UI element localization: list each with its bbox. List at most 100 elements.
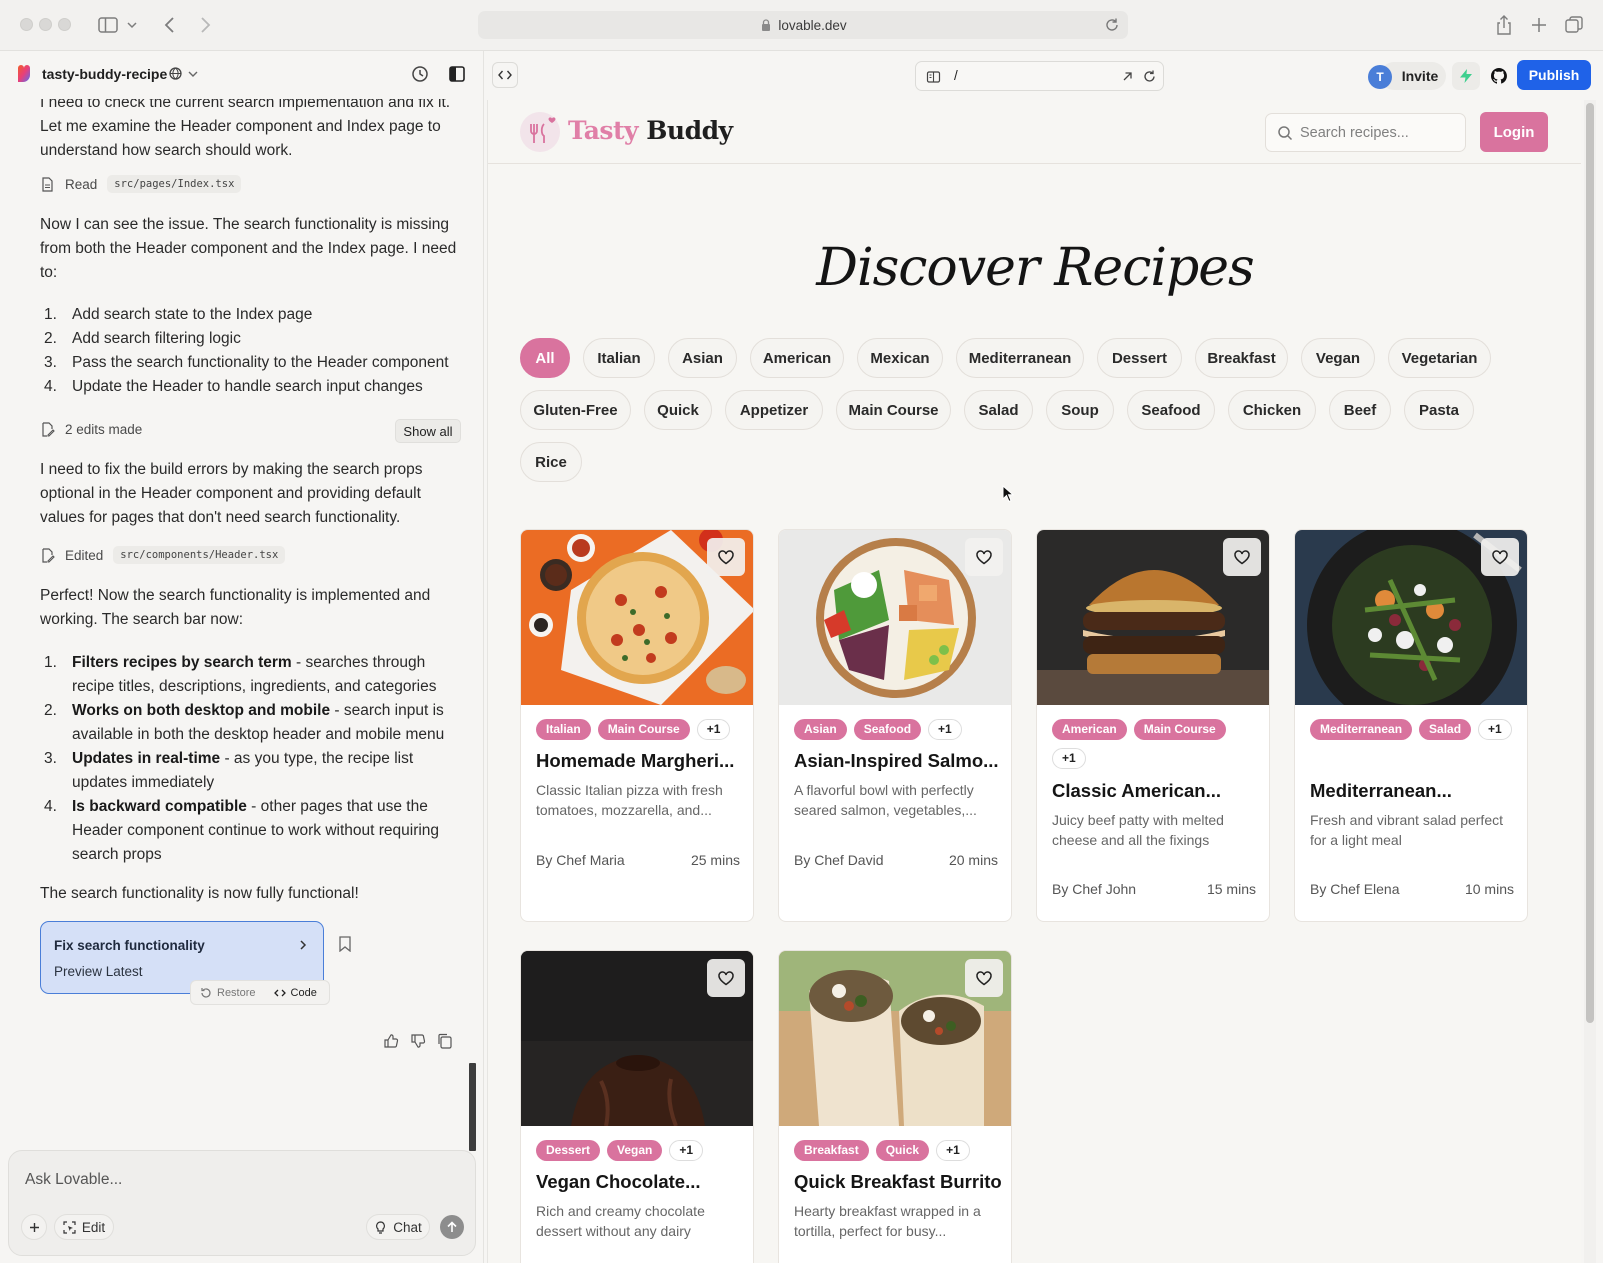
file-chip[interactable]: src/components/Header.tsx — [113, 546, 286, 564]
category-beef[interactable]: Beef — [1329, 390, 1391, 430]
recipe-card[interactable]: Mediterranean Salad +1 Mediterranean... Fr… — [1294, 529, 1528, 922]
login-button[interactable]: Login — [1480, 112, 1548, 152]
thumbs-down-icon[interactable] — [410, 1033, 426, 1049]
category-dessert[interactable]: Dessert — [1097, 338, 1182, 378]
chat-mode-button[interactable]: Chat — [366, 1214, 430, 1240]
view-code-button[interactable]: Code — [265, 987, 326, 999]
tool-label: 2 edits made — [65, 422, 143, 437]
category-gluten-free[interactable]: Gluten-Free — [520, 390, 631, 430]
project-header: tasty-buddy-recipe — [0, 51, 484, 99]
recipe-description: Rich and creamy chocolate dessert withou… — [536, 1203, 705, 1239]
favorite-button[interactable] — [965, 538, 1003, 576]
window-close-button[interactable] — [20, 18, 33, 31]
category-italian[interactable]: Italian — [583, 338, 655, 378]
category-american[interactable]: American — [750, 338, 844, 378]
recipe-card[interactable]: Asian Seafood +1 Asian-Inspired Salmo... A… — [778, 529, 1012, 922]
recipe-card[interactable]: Dessert Vegan +1 Vegan Chocolate... Rich a… — [520, 950, 754, 1263]
file-icon — [42, 176, 53, 192]
chevron-down-icon[interactable] — [125, 13, 139, 37]
recipe-card[interactable]: Italian Main Course +1 Homemade Margheri..… — [520, 529, 754, 922]
route-path[interactable]: / — [954, 68, 958, 83]
category-seafood[interactable]: Seafood — [1127, 390, 1215, 430]
thumbs-up-icon[interactable] — [383, 1033, 399, 1049]
toggle-code-button[interactable] — [492, 62, 518, 88]
category-chicken[interactable]: Chicken — [1228, 390, 1316, 430]
globe-icon — [169, 67, 182, 80]
restore-button[interactable]: Restore — [191, 987, 265, 999]
refresh-icon[interactable] — [1142, 69, 1157, 84]
show-all-button[interactable]: Show all — [395, 419, 461, 443]
favorite-button[interactable] — [965, 959, 1003, 997]
recipe-time: 10 mins — [1464, 881, 1514, 897]
favorite-button[interactable] — [1223, 538, 1261, 576]
copy-icon[interactable] — [437, 1033, 453, 1049]
file-chip[interactable]: src/pages/Index.tsx — [107, 175, 242, 193]
restore-icon — [201, 987, 211, 998]
tag-more: +1 — [669, 1140, 704, 1161]
window-zoom-button[interactable] — [58, 18, 71, 31]
category-pasta[interactable]: Pasta — [1404, 390, 1474, 430]
recipe-card[interactable]: Breakfast Quick +1 Quick Breakfast Burrito… — [778, 950, 1012, 1263]
send-button[interactable] — [440, 1215, 464, 1239]
heart-icon — [976, 970, 992, 985]
reload-icon[interactable] — [1104, 17, 1120, 33]
edit-mode-button[interactable]: Edit — [54, 1214, 114, 1240]
address-bar[interactable]: lovable.dev — [478, 11, 1128, 39]
supabase-button[interactable] — [1452, 62, 1480, 90]
preview-scrollbar[interactable] — [1584, 100, 1596, 1263]
chevron-right-icon — [300, 940, 307, 950]
new-tab-icon[interactable] — [1527, 13, 1551, 37]
category-salad[interactable]: Salad — [964, 390, 1033, 430]
category-main-course[interactable]: Main Course — [836, 390, 951, 430]
chevron-down-icon[interactable] — [187, 68, 199, 80]
forward-icon[interactable] — [193, 13, 217, 37]
favorite-button[interactable] — [707, 538, 745, 576]
category-asian[interactable]: Asian — [668, 338, 737, 378]
sidebar-toggle-icon[interactable] — [96, 13, 120, 37]
site-header: Tasty Buddy Search recipes... Login — [488, 100, 1581, 164]
chat-scrollbar[interactable] — [469, 1063, 476, 1151]
recipe-description: Classic Italian pizza with fresh tomatoe… — [536, 782, 723, 818]
share-icon[interactable] — [1492, 13, 1516, 37]
recipe-search-input[interactable]: Search recipes... — [1265, 113, 1466, 152]
category-mediterranean[interactable]: Mediterranean — [956, 338, 1084, 378]
tabs-overview-icon[interactable] — [1562, 13, 1586, 37]
open-external-icon[interactable] — [1120, 69, 1135, 84]
recipe-tags: Italian Main Course +1 — [536, 719, 746, 748]
recipe-chef: By Chef Maria — [536, 852, 625, 868]
chat-composer[interactable]: Ask Lovable... Edit Chat — [8, 1150, 476, 1256]
bookmark-icon[interactable] — [338, 936, 352, 952]
tag: Asian — [794, 719, 847, 740]
category-vegan[interactable]: Vegan — [1301, 338, 1375, 378]
category-vegetarian[interactable]: Vegetarian — [1388, 338, 1491, 378]
category-appetizer[interactable]: Appetizer — [725, 390, 823, 430]
site-logo-text[interactable]: Tasty Buddy — [568, 116, 733, 145]
category-quick[interactable]: Quick — [644, 390, 712, 430]
favorite-button[interactable] — [707, 959, 745, 997]
list-item: 2. Add search filtering logic — [44, 330, 241, 347]
tag: Seafood — [853, 719, 922, 740]
composer-input[interactable]: Ask Lovable... — [25, 1171, 122, 1189]
browser-toolbar: lovable.dev — [0, 0, 1603, 51]
category-soup[interactable]: Soup — [1046, 390, 1114, 430]
project-name[interactable]: tasty-buddy-recipe — [42, 66, 167, 82]
avatar[interactable]: T — [1368, 65, 1392, 89]
github-button[interactable] — [1485, 62, 1513, 90]
category-breakfast[interactable]: Breakfast — [1195, 338, 1288, 378]
category-mexican[interactable]: Mexican — [857, 338, 943, 378]
publish-button[interactable]: Publish — [1517, 60, 1591, 90]
category-all[interactable]: All — [520, 338, 570, 378]
category-rice[interactable]: Rice — [520, 442, 582, 482]
panel-toggle-icon[interactable] — [448, 65, 466, 83]
window-minimize-button[interactable] — [39, 18, 52, 31]
attach-button[interactable] — [21, 1214, 47, 1240]
version-subtitle: Preview Latest — [54, 964, 143, 979]
recipe-card[interactable]: American Main Course +1 Classic American..… — [1036, 529, 1270, 922]
site-logo[interactable] — [520, 112, 560, 152]
history-icon[interactable] — [411, 65, 429, 83]
favorite-button[interactable] — [1481, 538, 1519, 576]
recipe-title: Mediterranean... — [1310, 780, 1452, 801]
scrollbar-thumb[interactable] — [1586, 103, 1594, 1023]
back-icon[interactable] — [158, 13, 182, 37]
route-bar[interactable]: / — [915, 61, 1164, 91]
